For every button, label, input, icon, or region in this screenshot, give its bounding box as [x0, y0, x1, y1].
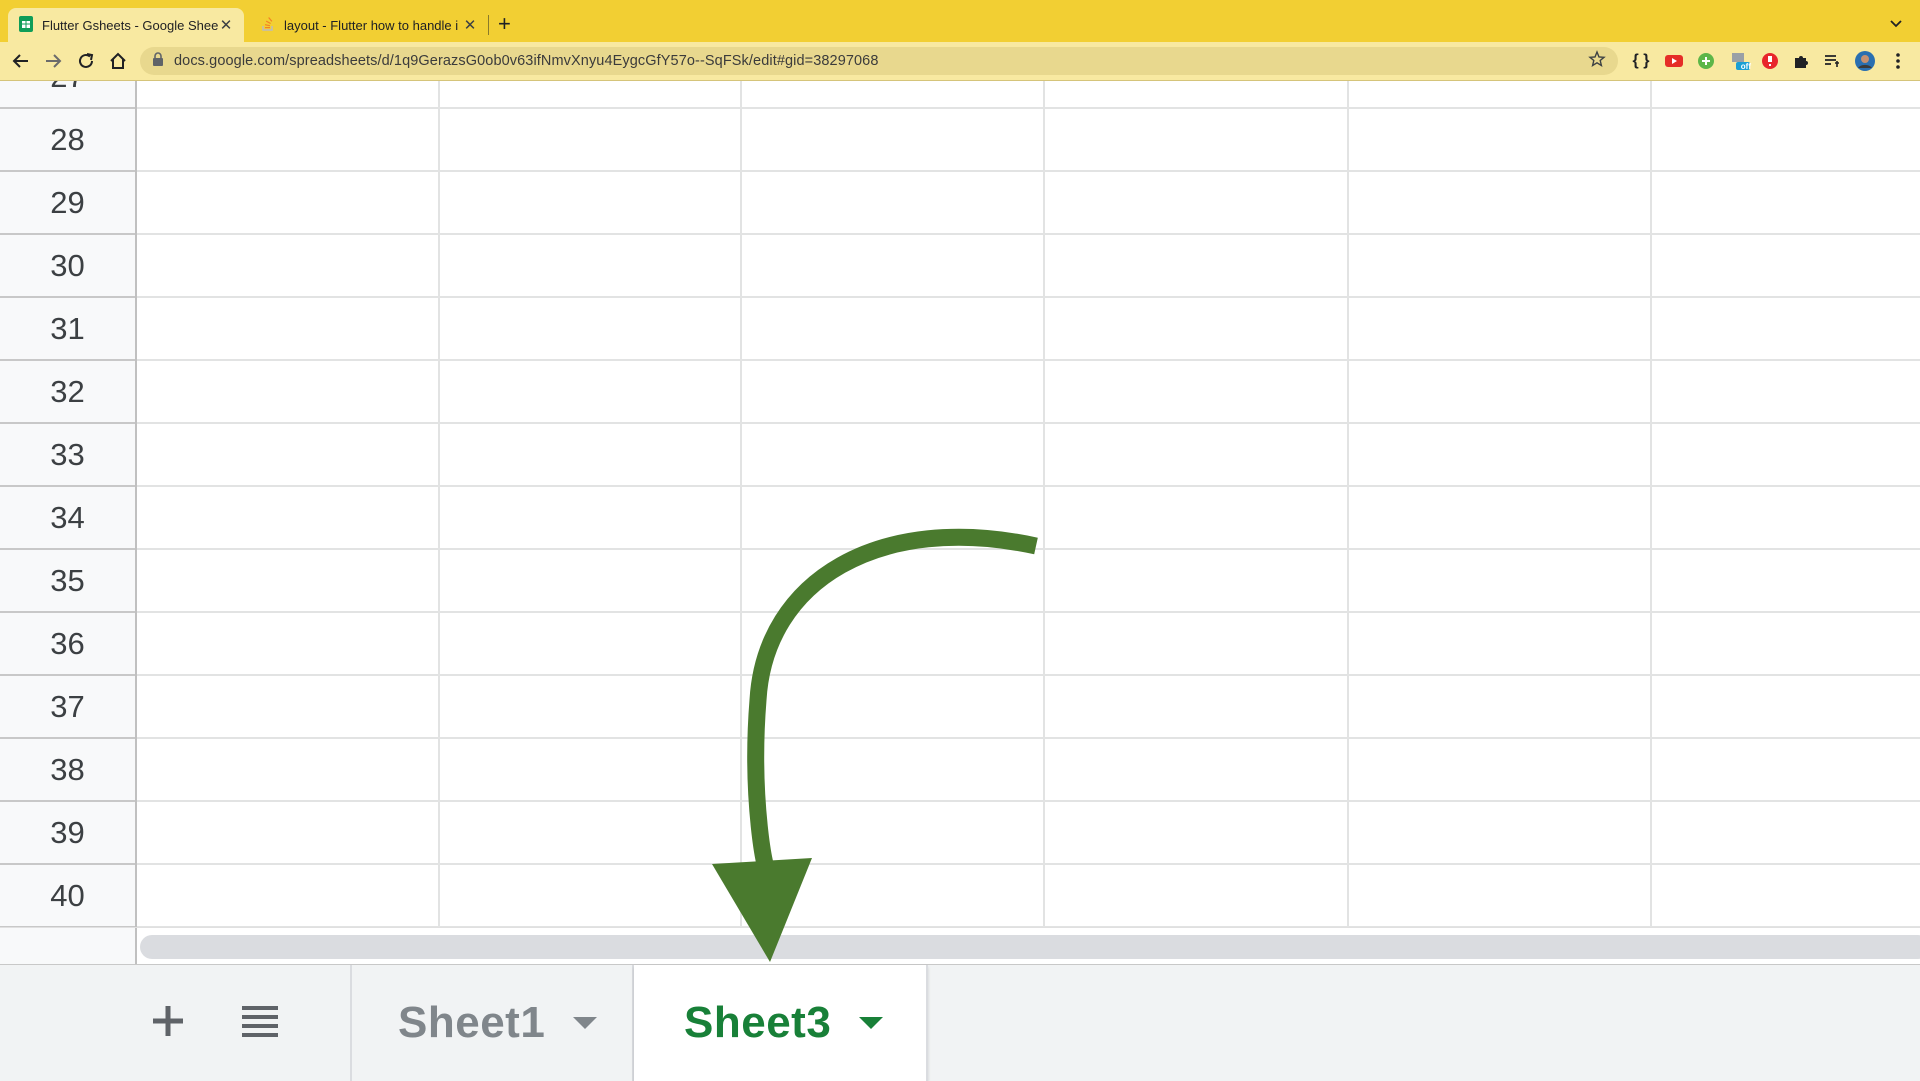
row-gridline [137, 296, 1920, 298]
puzzle-extensions-icon[interactable] [1791, 51, 1811, 71]
lock-icon[interactable] [152, 51, 164, 71]
sheet-tab-sheet1[interactable]: Sheet1 [350, 965, 634, 1081]
row-header[interactable]: 28 [0, 109, 135, 172]
youtube-icon[interactable] [1664, 51, 1684, 71]
sheet-tab-bar: Sheet1 Sheet3 [0, 964, 1920, 1081]
profile-avatar[interactable] [1855, 51, 1875, 71]
google-sheets-icon [18, 15, 34, 35]
dropdown-caret-icon[interactable] [859, 1017, 884, 1029]
row-gridline [137, 233, 1920, 235]
reading-list-icon[interactable] [1822, 51, 1842, 71]
close-tab-icon[interactable]: ✕ [462, 16, 478, 34]
row-gridline [137, 737, 1920, 739]
spreadsheet-grid[interactable]: 27 28 29 30 31 32 33 34 35 36 37 38 39 4… [0, 81, 1920, 927]
all-sheets-menu-icon[interactable] [240, 1003, 280, 1039]
browser-tab-stackoverflow[interactable]: layout - Flutter how to handle i ✕ [250, 8, 488, 42]
row-header[interactable]: 38 [0, 739, 135, 802]
browser-menu-icon[interactable] [1888, 51, 1908, 71]
row-header[interactable]: 40 [0, 865, 135, 927]
sheet-tab-label[interactable]: Sheet1 [398, 998, 545, 1048]
row-header[interactable]: 37 [0, 676, 135, 739]
red-shield-extension-icon[interactable] [1760, 51, 1780, 71]
row-header-column: 27 28 29 30 31 32 33 34 35 36 37 38 39 4… [0, 81, 137, 927]
off-badge-extension-icon[interactable]: off [1730, 51, 1751, 71]
row-header[interactable]: 31 [0, 298, 135, 361]
extension-badge: off [1740, 62, 1751, 71]
row-header[interactable]: 36 [0, 613, 135, 676]
green-plus-extension-icon[interactable] [1696, 51, 1716, 71]
row-header[interactable]: 29 [0, 172, 135, 235]
row-header[interactable]: 30 [0, 235, 135, 298]
close-tab-icon[interactable]: ✕ [218, 16, 234, 34]
row-header[interactable]: 27 [0, 81, 135, 109]
row-gridline [137, 863, 1920, 865]
forward-arrow-icon[interactable] [42, 50, 64, 72]
browser-tab-strip: Flutter Gsheets - Google Sheets ✕ layout… [0, 0, 1920, 42]
address-bar[interactable]: docs.google.com/spreadsheets/d/1q9Gerazs… [140, 47, 1618, 75]
reload-icon[interactable] [75, 50, 97, 72]
row-gridline [137, 170, 1920, 172]
row-gridline [137, 485, 1920, 487]
add-sheet-plus-icon[interactable] [148, 1001, 188, 1041]
home-icon[interactable] [107, 50, 129, 72]
row-gridline [137, 800, 1920, 802]
browser-tab-sheets[interactable]: Flutter Gsheets - Google Sheets ✕ [8, 8, 244, 42]
row-gridline [137, 422, 1920, 424]
stackoverflow-icon [260, 16, 276, 35]
dropdown-caret-icon[interactable] [573, 1017, 598, 1029]
row-header[interactable]: 39 [0, 802, 135, 865]
back-arrow-icon[interactable] [10, 50, 32, 72]
chevron-down-icon[interactable] [1888, 15, 1904, 31]
json-formatter-icon[interactable]: { } [1631, 51, 1651, 71]
scrollbar-corner [0, 928, 137, 964]
browser-tab-title: layout - Flutter how to handle i [284, 17, 459, 33]
url-text[interactable]: docs.google.com/spreadsheets/d/1q9Gerazs… [174, 53, 879, 69]
row-header[interactable]: 33 [0, 424, 135, 487]
row-gridline [137, 611, 1920, 613]
row-gridline [137, 674, 1920, 676]
horizontal-scrollbar[interactable] [0, 927, 1920, 964]
new-tab-button[interactable]: + [498, 12, 511, 36]
row-header[interactable]: 35 [0, 550, 135, 613]
sheet-tab-sheet3[interactable]: Sheet3 [634, 965, 928, 1081]
browser-tab-title: Flutter Gsheets - Google Sheets [42, 17, 218, 33]
row-header[interactable]: 32 [0, 361, 135, 424]
bookmark-star-icon[interactable] [1588, 49, 1606, 73]
scrollbar-thumb[interactable] [140, 935, 1920, 959]
sheet-tab-label[interactable]: Sheet3 [684, 998, 831, 1048]
row-gridline [137, 548, 1920, 550]
row-gridline [137, 107, 1920, 109]
row-gridline [137, 359, 1920, 361]
browser-toolbar: docs.google.com/spreadsheets/d/1q9Gerazs… [0, 42, 1920, 81]
row-header[interactable]: 34 [0, 487, 135, 550]
tab-separator [488, 15, 489, 35]
